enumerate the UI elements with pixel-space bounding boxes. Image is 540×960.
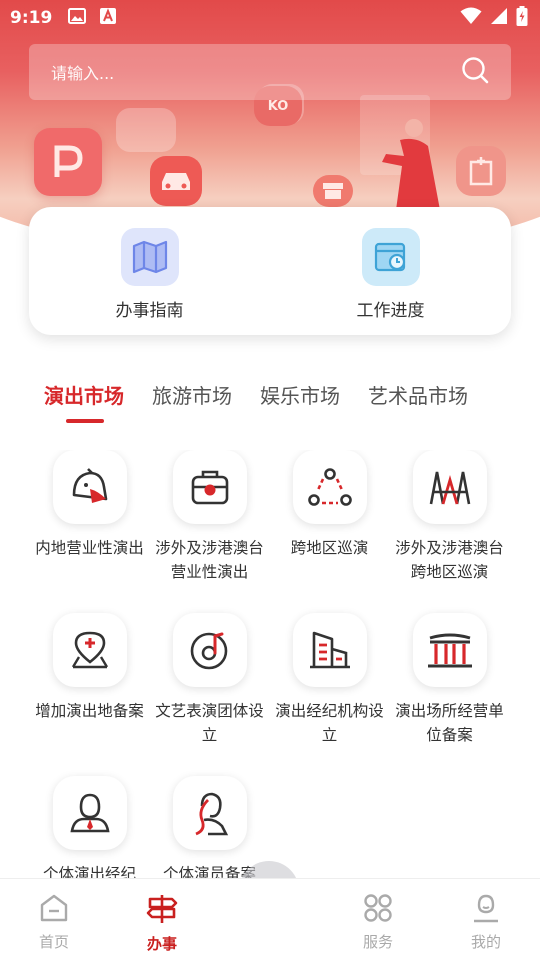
signpost-icon (146, 893, 178, 929)
quick-action-label: 办事指南 (115, 301, 184, 321)
nav-item-affairs[interactable]: 办事 (108, 879, 216, 960)
home-icon (39, 893, 69, 927)
grid-icon (363, 893, 393, 927)
service-label: 个体演出经纪 (42, 865, 136, 878)
quick-action-progress[interactable]: 工作进度 (270, 207, 511, 335)
tab-art-market[interactable]: 艺术品市场 (368, 380, 468, 424)
status-time: 9:19 (10, 8, 53, 28)
agent-person-icon (52, 776, 127, 850)
nav-item-home[interactable]: 首页 (0, 879, 108, 960)
service-item[interactable]: 演出场所经营单位备案 (389, 613, 510, 747)
quick-action-label: 工作进度 (356, 301, 425, 321)
app-screen: 9:19 请输入... KO 办事指南 工作进度 演出市场 旅游市场 娱乐市场 … (0, 0, 540, 960)
progress-calendar-icon (361, 228, 420, 286)
tab-performance-market[interactable]: 演出市场 (44, 380, 124, 424)
person-illustration (372, 116, 446, 210)
service-grid: 内地营业性演出 涉外及涉港澳台营业性演出 跨地区巡演 涉外及涉港澳台跨地区巡演 (29, 450, 511, 878)
service-item[interactable]: 增加演出地备案 (29, 613, 150, 723)
service-label: 跨地区巡演 (290, 539, 369, 557)
camera-bag-icon (172, 450, 247, 524)
tab-label: 艺术品市场 (368, 384, 468, 408)
tab-label: 娱乐市场 (260, 384, 340, 408)
tab-label: 旅游市场 (152, 384, 232, 408)
service-item[interactable]: 个体演出经纪 (29, 776, 150, 878)
music-disc-icon (172, 613, 247, 687)
search-bar[interactable]: 请输入... (29, 44, 511, 100)
hero-decoration (116, 108, 176, 152)
category-tabs: 演出市场 旅游市场 娱乐市场 艺术品市场 (0, 380, 540, 430)
search-input[interactable]: 请输入... (51, 60, 461, 84)
bottom-navigation: 首页 办事 服务 我的 (0, 878, 540, 960)
battery-icon (516, 6, 528, 30)
service-item[interactable]: 跨地区巡演 (269, 450, 390, 560)
nav-label: 办事 (146, 935, 177, 953)
service-item[interactable]: 内地营业性演出 (29, 450, 150, 560)
service-label: 涉外及涉港澳台跨地区巡演 (395, 539, 504, 581)
map-icon (120, 228, 179, 286)
status-bar: 9:19 (0, 0, 540, 36)
service-item[interactable]: 个体演员备案 (149, 776, 270, 878)
service-item[interactable]: 演出经纪机构设立 (269, 613, 390, 747)
tab-tourism-market[interactable]: 旅游市场 (152, 380, 232, 424)
shop-icon (313, 175, 353, 207)
nav-item-profile[interactable]: 我的 (432, 879, 540, 960)
cell-signal-icon (490, 7, 508, 29)
service-item[interactable]: 涉外及涉港澳台营业性演出 (149, 450, 270, 584)
parking-icon (34, 128, 102, 196)
hospital-icon (456, 146, 506, 196)
nav-item-services[interactable]: 服务 (324, 879, 432, 960)
service-label: 增加演出地备案 (35, 702, 144, 720)
venue-icon (412, 613, 487, 687)
nav-label: 我的 (470, 933, 501, 951)
search-icon[interactable] (461, 56, 489, 88)
car-icon (150, 156, 202, 206)
quick-actions-card: 办事指南 工作进度 (29, 207, 511, 335)
building-icon (292, 613, 367, 687)
active-tab-indicator (66, 419, 104, 423)
location-add-icon (52, 613, 127, 687)
wifi-icon (460, 7, 482, 29)
service-label: 演出经纪机构设立 (275, 702, 384, 744)
service-label: 涉外及涉港澳台营业性演出 (155, 539, 264, 581)
service-label: 文艺表演团体设立 (155, 702, 264, 744)
stage-icon (412, 450, 487, 524)
text-notification-icon (100, 8, 117, 28)
service-label: 演出场所经营单位备案 (395, 702, 504, 744)
tour-cycle-icon (292, 450, 367, 524)
service-item[interactable]: 涉外及涉港澳台跨地区巡演 (389, 450, 510, 584)
nav-label: 首页 (38, 933, 69, 951)
performer-woman-icon (172, 776, 247, 850)
service-item[interactable]: 文艺表演团体设立 (149, 613, 270, 747)
user-icon (471, 893, 501, 927)
image-notification-icon (68, 8, 87, 28)
service-label: 内地营业性演出 (35, 539, 144, 557)
tab-label: 演出市场 (44, 384, 124, 408)
performer-icon (52, 450, 127, 524)
nav-label: 服务 (362, 933, 393, 951)
quick-action-guide[interactable]: 办事指南 (29, 207, 270, 335)
tab-entertainment-market[interactable]: 娱乐市场 (260, 380, 340, 424)
nav-item-center (216, 879, 324, 960)
